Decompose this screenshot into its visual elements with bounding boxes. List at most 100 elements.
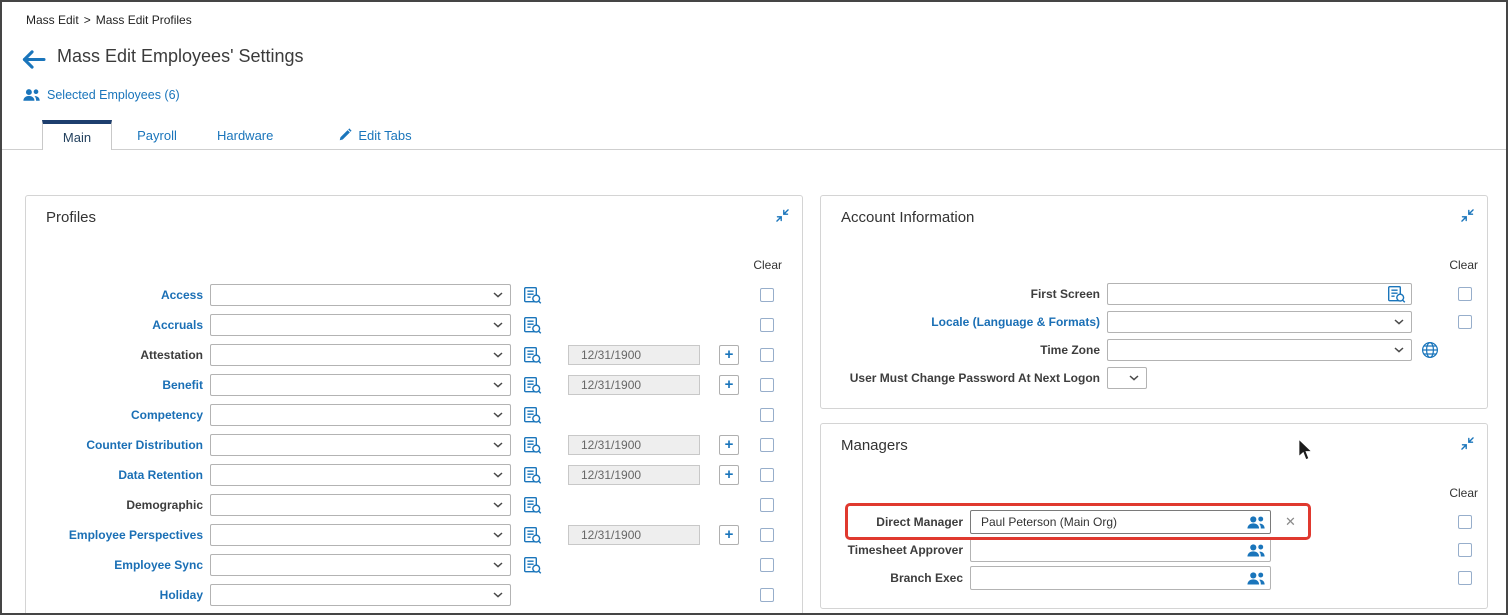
collapse-panel-icon[interactable] — [1461, 209, 1474, 222]
counter-distribution-profile-dropdown[interactable] — [210, 434, 511, 456]
profile-label-counter-distribution[interactable]: Counter Distribution — [26, 438, 203, 452]
profile-label-competency[interactable]: Competency — [26, 408, 203, 422]
chevron-down-icon — [493, 442, 503, 448]
profiles-rows: Access Accruals Attestation 12/31/1900 + Bene… — [26, 280, 802, 613]
profile-row-partial — [26, 610, 802, 613]
pencil-icon — [338, 128, 352, 142]
first-screen-clear-checkbox[interactable] — [1458, 287, 1472, 301]
people-lookup-icon[interactable] — [1246, 543, 1266, 558]
manager-label-branch-exec: Branch Exec — [890, 571, 963, 585]
access-profile-dropdown[interactable] — [210, 284, 511, 306]
breadcrumb-item-current: Mass Edit Profiles — [95, 13, 192, 27]
chevron-down-icon — [1394, 319, 1404, 325]
locale-language-formats-dropdown[interactable] — [1107, 311, 1412, 333]
attestation-date-field[interactable]: 12/31/1900 — [568, 345, 700, 365]
direct-manager-input[interactable]: Paul Peterson (Main Org) — [970, 510, 1271, 534]
data-retention-date-field[interactable]: 12/31/1900 — [568, 465, 700, 485]
data-retention-profile-dropdown[interactable] — [210, 464, 511, 486]
people-icon — [22, 88, 41, 102]
tab-payroll[interactable]: Payroll — [122, 120, 192, 150]
employee-perspectives-lookup-icon[interactable] — [523, 526, 543, 545]
holiday-clear-checkbox[interactable] — [760, 588, 774, 602]
profile-label-employee-perspectives[interactable]: Employee Perspectives — [26, 528, 203, 542]
tab-hardware[interactable]: Hardware — [202, 120, 288, 150]
benefit-lookup-icon[interactable] — [523, 376, 543, 395]
edit-tabs-button[interactable]: Edit Tabs — [338, 120, 412, 150]
locale-language-formats-clear-checkbox[interactable] — [1458, 315, 1472, 329]
globe-icon[interactable] — [1421, 341, 1439, 359]
tab-main[interactable]: Main — [42, 120, 112, 150]
employee-perspectives-date-field[interactable]: 12/31/1900 — [568, 525, 700, 545]
chevron-down-icon — [493, 472, 503, 478]
demographic-profile-dropdown[interactable] — [210, 494, 511, 516]
competency-profile-dropdown[interactable] — [210, 404, 511, 426]
people-lookup-icon[interactable] — [1246, 571, 1266, 586]
edit-tabs-label: Edit Tabs — [358, 127, 412, 143]
employee-sync-lookup-icon[interactable] — [523, 556, 543, 575]
competency-lookup-icon[interactable] — [523, 406, 543, 425]
employee-sync-profile-dropdown[interactable] — [210, 554, 511, 576]
accruals-lookup-icon[interactable] — [523, 316, 543, 335]
timesheet-approver-clear-checkbox[interactable] — [1458, 543, 1472, 557]
first-screen-lookup-icon[interactable] — [1387, 285, 1406, 304]
access-lookup-icon[interactable] — [523, 286, 543, 305]
selected-employees-link[interactable]: Selected Employees (6) — [22, 88, 180, 102]
accruals-profile-dropdown[interactable] — [210, 314, 511, 336]
employee-perspectives-clear-checkbox[interactable] — [760, 528, 774, 542]
profile-label-access[interactable]: Access — [26, 288, 203, 302]
benefit-date-field[interactable]: 12/31/1900 — [568, 375, 700, 395]
selected-employees-label: Selected Employees (6) — [47, 88, 180, 102]
profile-label-demographic: Demographic — [126, 498, 203, 512]
counter-distribution-lookup-icon[interactable] — [523, 436, 543, 455]
breadcrumb: Mass Edit > Mass Edit Profiles — [26, 13, 192, 27]
employee-sync-clear-checkbox[interactable] — [760, 558, 774, 572]
breadcrumb-item-parent[interactable]: Mass Edit — [26, 13, 79, 27]
branch-exec-clear-checkbox[interactable] — [1458, 571, 1472, 585]
counter-distribution-add-date-button[interactable]: + — [719, 435, 739, 455]
holiday-profile-dropdown[interactable] — [210, 584, 511, 606]
time-zone-dropdown[interactable] — [1107, 339, 1412, 361]
competency-clear-checkbox[interactable] — [760, 408, 774, 422]
people-lookup-icon[interactable] — [1246, 515, 1266, 530]
accruals-clear-checkbox[interactable] — [760, 318, 774, 332]
user-must-change-password-at-next-logon-dropdown[interactable] — [1107, 367, 1147, 389]
data-retention-add-date-button[interactable]: + — [719, 465, 739, 485]
account-label-user-must-change-password-at-next-logon: User Must Change Password At Next Logon — [849, 371, 1100, 385]
back-button[interactable] — [21, 49, 47, 71]
benefit-profile-dropdown[interactable] — [210, 374, 511, 396]
collapse-panel-icon[interactable] — [1461, 437, 1474, 450]
collapse-panel-icon[interactable] — [776, 209, 789, 222]
data-retention-clear-checkbox[interactable] — [760, 468, 774, 482]
clear-value-button[interactable]: ✕ — [1285, 514, 1296, 530]
account-panel-title: Account Information — [841, 209, 975, 226]
chevron-down-icon — [1129, 375, 1139, 381]
attestation-add-date-button[interactable]: + — [719, 345, 739, 365]
managers-rows: Direct Manager Paul Peterson (Main Org) ✕ T… — [821, 503, 1487, 592]
profile-label-benefit[interactable]: Benefit — [26, 378, 203, 392]
employee-perspectives-add-date-button[interactable]: + — [719, 525, 739, 545]
direct-manager-value: Paul Peterson (Main Org) — [981, 515, 1118, 529]
profile-row-attestation: Attestation 12/31/1900 + — [26, 340, 802, 370]
first-screen-input[interactable] — [1107, 283, 1412, 305]
demographic-lookup-icon[interactable] — [523, 496, 543, 515]
demographic-clear-checkbox[interactable] — [760, 498, 774, 512]
data-retention-lookup-icon[interactable] — [523, 466, 543, 485]
access-clear-checkbox[interactable] — [760, 288, 774, 302]
profile-label-employee-sync[interactable]: Employee Sync — [26, 558, 203, 572]
direct-manager-clear-checkbox[interactable] — [1458, 515, 1472, 529]
profile-label-holiday[interactable]: Holiday — [26, 588, 203, 602]
counter-distribution-clear-checkbox[interactable] — [760, 438, 774, 452]
attestation-clear-checkbox[interactable] — [760, 348, 774, 362]
employee-perspectives-profile-dropdown[interactable] — [210, 524, 511, 546]
attestation-lookup-icon[interactable] — [523, 346, 543, 365]
benefit-add-date-button[interactable]: + — [719, 375, 739, 395]
counter-distribution-date-field[interactable]: 12/31/1900 — [568, 435, 700, 455]
timesheet-approver-input[interactable] — [970, 538, 1271, 562]
attestation-profile-dropdown[interactable] — [210, 344, 511, 366]
account-label-locale-language-formats[interactable]: Locale (Language & Formats) — [821, 315, 1100, 329]
branch-exec-input[interactable] — [970, 566, 1271, 590]
profile-label-data-retention[interactable]: Data Retention — [26, 468, 203, 482]
benefit-clear-checkbox[interactable] — [760, 378, 774, 392]
profile-label-accruals[interactable]: Accruals — [26, 318, 203, 332]
account-information-panel: Account Information Clear First Screen Lo… — [820, 195, 1488, 409]
